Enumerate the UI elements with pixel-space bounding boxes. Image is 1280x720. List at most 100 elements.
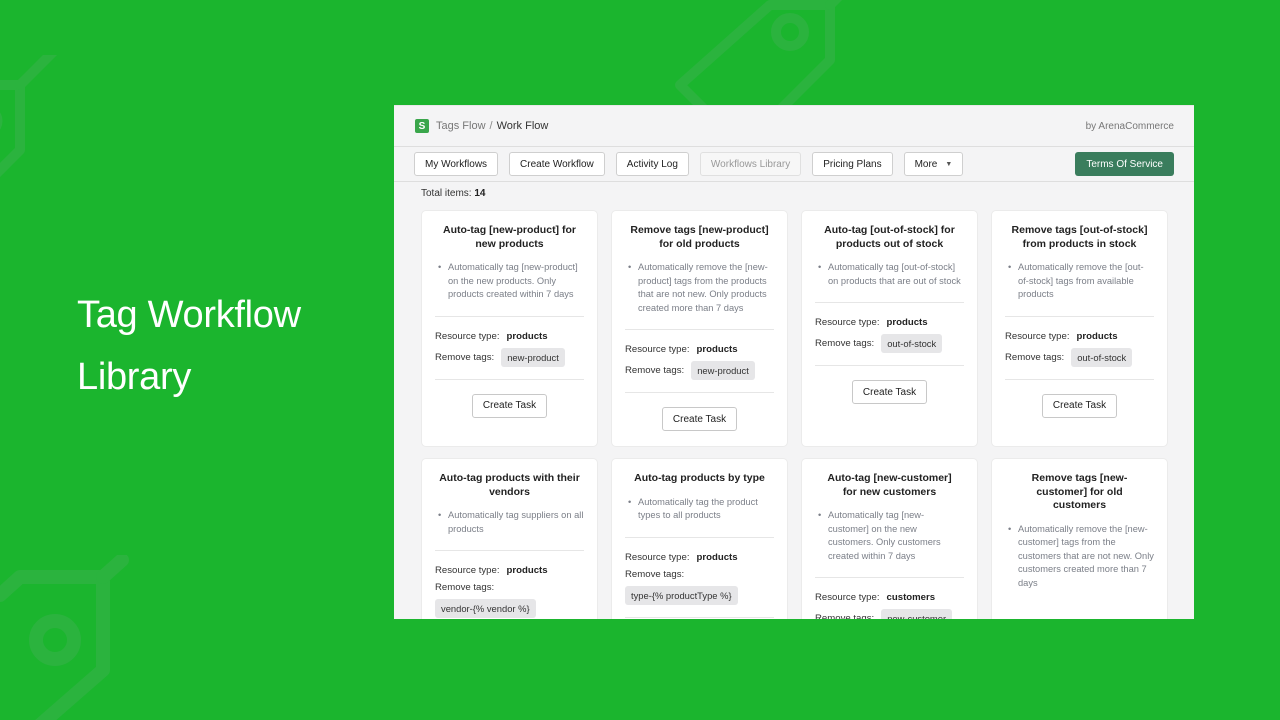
create-task-button[interactable]: Create Task (1041, 393, 1118, 418)
tag-chip: new-customer (881, 609, 953, 619)
pricing-plans-button[interactable]: Pricing Plans (812, 152, 893, 176)
remove-tags-label: Remove tags: (435, 582, 495, 593)
resource-type-value: customers (1077, 618, 1126, 619)
workflow-card: Auto-tag products with their vendors Aut… (421, 458, 598, 619)
tag-chip: vendor-{% vendor %} (435, 599, 536, 618)
remove-tags-label: Remove tags: (625, 568, 685, 580)
resource-type-label: Resource type: (625, 551, 690, 563)
card-title: Auto-tag [out-of-stock] for products out… (824, 224, 955, 250)
create-workflow-button[interactable]: Create Workflow (509, 152, 605, 176)
card-divider (435, 550, 584, 551)
remove-tags-row: Remove tags: out-of-stock (1005, 347, 1154, 367)
app-logo-icon: S (415, 119, 429, 133)
workflow-card: Auto-tag [new-customer] for new customer… (801, 458, 978, 619)
workflow-card: Remove tags [new-product] for old produc… (611, 210, 788, 447)
tag-outline-icon (675, 0, 843, 110)
remove-tags-row: Remove tags: type-{% productType %} (625, 569, 774, 605)
remove-tags-label: Remove tags: (815, 338, 875, 349)
card-description: Automatically remove the [new-product] t… (625, 261, 774, 315)
card-title: Auto-tag products with their vendors (439, 472, 580, 498)
workflow-card: Remove tags [new-customer] for old custo… (991, 458, 1168, 619)
remove-tags-label: Remove tags: (625, 365, 685, 376)
hero-title: Tag Workflow Library (77, 284, 301, 408)
activity-log-button[interactable]: Activity Log (615, 152, 689, 176)
card-description: Automatically tag suppliers on all produ… (435, 509, 584, 536)
resource-type-value: products (506, 565, 548, 576)
workflow-card: Auto-tag products by type Automatically … (611, 458, 788, 619)
card-title: Auto-tag [new-customer] for new customer… (827, 472, 952, 498)
tag-chip: type-{% productType %} (625, 585, 738, 605)
vendor-credit: by ArenaCommerce (1085, 120, 1174, 132)
top-bar: S Tags Flow / Work Flow by ArenaCommerce (394, 106, 1194, 147)
caret-down-icon: ▼ (945, 160, 953, 168)
breadcrumb-root[interactable]: Tags Flow (436, 120, 486, 132)
card-actions: Create Task (625, 393, 774, 431)
workflow-card: Auto-tag [out-of-stock] for products out… (801, 210, 978, 447)
resource-type-value: products (1076, 330, 1118, 342)
resource-type-label: Resource type: (1005, 618, 1070, 619)
workflows-library-button[interactable]: Workflows Library (699, 152, 802, 176)
workflow-card: Auto-tag [new-product] for new products … (421, 210, 598, 447)
remove-tags-row: Remove tags: new-product (625, 361, 774, 380)
breadcrumb-separator: / (489, 120, 493, 132)
total-items-label: Total items: (421, 188, 472, 199)
workflow-card: Remove tags [out-of-stock] from products… (991, 210, 1168, 447)
terms-of-service-button[interactable]: Terms Of Service (1075, 152, 1174, 176)
more-label: More (914, 158, 938, 170)
resource-type-row: Resource type: products (815, 317, 964, 328)
card-divider (1005, 315, 1154, 317)
hero-line-2: Library (77, 356, 192, 398)
nav-bar: My Workflows Create Workflow Activity Lo… (394, 147, 1194, 182)
card-actions: Create Task (435, 380, 584, 418)
tag-chip: new-product (501, 347, 565, 367)
card-title: Remove tags [new-product] for old produc… (630, 224, 769, 250)
resource-type-value: customers (886, 592, 936, 603)
resource-type-row: Resource type: products (625, 344, 774, 355)
card-actions: Create Task (1005, 380, 1154, 418)
resource-type-label: Resource type: (435, 330, 500, 342)
my-workflows-button[interactable]: My Workflows (414, 152, 499, 176)
resource-type-row: Resource type: customers (815, 592, 964, 603)
resource-type-row: Resource type: products (435, 565, 584, 576)
card-title: Auto-tag [new-product] for new products (443, 224, 576, 250)
card-description: Automatically tag [new-product] on the n… (435, 261, 584, 302)
resource-type-value: products (506, 330, 548, 342)
resource-type-row: Resource type: products (1005, 331, 1154, 342)
tag-outline-icon (0, 555, 129, 720)
remove-tags-row: Remove tags: vendor-{% vendor %} (435, 582, 584, 618)
resource-type-label: Resource type: (815, 317, 880, 328)
resource-type-value: products (886, 317, 928, 328)
total-items: Total items: 14 (394, 182, 1194, 205)
card-actions: Create Task (625, 618, 774, 620)
resource-type-row: Resource type: customers (1005, 618, 1154, 619)
card-title: Remove tags [out-of-stock] from products… (1011, 224, 1148, 250)
create-task-button[interactable]: Create Task (851, 380, 928, 404)
breadcrumb-current: Work Flow (496, 120, 549, 132)
remove-tags-label: Remove tags: (1005, 351, 1065, 363)
card-divider (435, 315, 584, 317)
card-title: Remove tags [new-customer] for old custo… (1031, 472, 1128, 511)
card-divider (815, 577, 964, 578)
tag-chip: out-of-stock (1071, 347, 1133, 367)
create-task-button[interactable]: Create Task (661, 407, 738, 431)
card-divider (625, 536, 774, 538)
remove-tags-row: Remove tags: out-of-stock (815, 334, 964, 353)
tag-chip: new-product (691, 361, 755, 380)
remove-tags-row: Remove tags: new-customer (815, 609, 964, 619)
resource-type-label: Resource type: (1005, 330, 1070, 342)
resource-type-label: Resource type: (625, 344, 690, 355)
remove-tags-row: Remove tags: new-product (435, 347, 584, 367)
card-description: Automatically tag the product types to a… (625, 496, 774, 523)
remove-tags-label: Remove tags: (815, 613, 875, 619)
resource-type-label: Resource type: (435, 565, 500, 576)
more-dropdown[interactable]: More ▼ (903, 152, 964, 176)
resource-type-row: Resource type: products (435, 331, 584, 342)
create-task-button[interactable]: Create Task (471, 393, 548, 418)
resource-type-label: Resource type: (815, 592, 880, 603)
card-description: Automatically remove the [new-customer] … (1005, 523, 1154, 591)
app-window: S Tags Flow / Work Flow by ArenaCommerce… (394, 105, 1194, 619)
tag-chip: out-of-stock (881, 334, 943, 353)
card-description: Automatically remove the [out-of-stock] … (1005, 261, 1154, 302)
resource-type-value: products (696, 344, 738, 355)
resource-type-value: products (696, 551, 738, 563)
